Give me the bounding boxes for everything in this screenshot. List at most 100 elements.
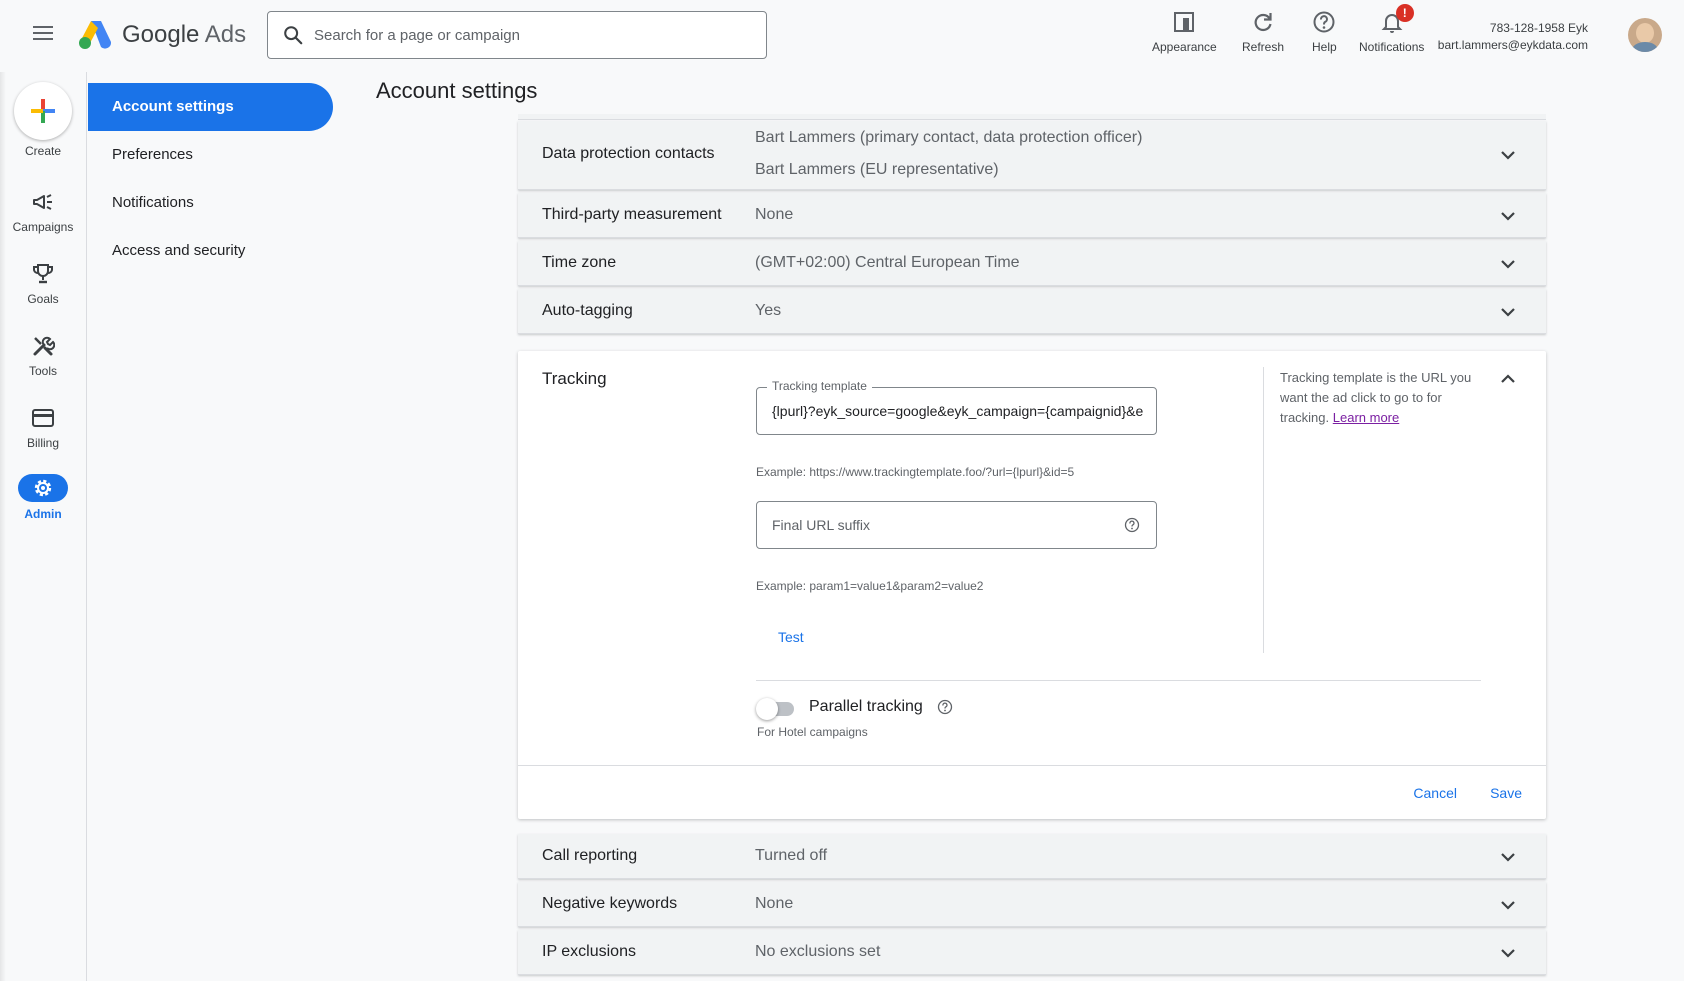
row-value: Bart Lammers (primary contact, data prot…: [755, 129, 1143, 146]
save-button[interactable]: Save: [1490, 785, 1522, 801]
rail-item-admin[interactable]: Admin: [0, 474, 86, 521]
nav-access-and-security[interactable]: Access and security: [88, 227, 333, 275]
appearance-icon: [1174, 12, 1195, 32]
tracking-template-legend: Tracking template: [767, 379, 872, 393]
row-label: Data protection contacts: [542, 145, 715, 162]
trophy-icon: [33, 264, 53, 284]
chevron-down-icon[interactable]: [1498, 254, 1518, 274]
search-placeholder: Search for a page or campaign: [314, 26, 520, 44]
help-label: Help: [1312, 40, 1337, 54]
create-button[interactable]: [14, 82, 72, 140]
appearance-button[interactable]: Appearance: [1152, 10, 1217, 54]
menu-line: [33, 26, 53, 28]
nav-preferences[interactable]: Preferences: [88, 131, 333, 179]
row-value: Bart Lammers (EU representative): [755, 161, 999, 178]
parallel-tracking-subtext: For Hotel campaigns: [757, 725, 868, 739]
menu-line: [33, 32, 53, 34]
row-label: IP exclusions: [542, 943, 636, 960]
help-icon: [1313, 11, 1335, 33]
help-circle-icon[interactable]: [937, 699, 953, 715]
notification-badge: !: [1395, 4, 1414, 22]
tracking-template-value: {lpurl}?eyk_source=google&eyk_campaign={…: [772, 403, 1144, 419]
avatar-face: [1636, 23, 1654, 43]
test-button[interactable]: Test: [778, 629, 804, 645]
chevron-down-icon[interactable]: [1498, 206, 1518, 226]
brand-ads: Ads: [204, 21, 247, 48]
chevron-down-icon[interactable]: [1498, 847, 1518, 867]
search-input[interactable]: Search for a page or campaign: [267, 11, 767, 59]
row-label: Third-party measurement: [542, 206, 722, 223]
row-ip-exclusions[interactable]: IP exclusions No exclusions set: [518, 930, 1546, 975]
row-value: Turned off: [755, 847, 828, 864]
admin-pill: [18, 474, 68, 502]
notifications-label: Notifications: [1359, 40, 1425, 54]
cancel-button[interactable]: Cancel: [1413, 785, 1457, 801]
rail-item-label: Admin: [24, 507, 62, 521]
row-top-edge: [518, 114, 1546, 120]
rail-divider: [86, 72, 87, 981]
row-auto-tagging[interactable]: Auto-tagging Yes: [518, 289, 1546, 334]
chevron-down-icon[interactable]: [1498, 895, 1518, 915]
notifications-button[interactable]: ! Notifications: [1359, 4, 1425, 54]
chevron-down-icon[interactable]: [1498, 145, 1518, 165]
vertical-divider: [1263, 367, 1264, 653]
page-title: Account settings: [376, 78, 538, 103]
chevron-down-icon[interactable]: [1498, 302, 1518, 322]
row-value: No exclusions set: [755, 943, 881, 960]
brand-name: Google Ads: [122, 21, 246, 49]
brand-google: Google: [122, 21, 200, 48]
rail-item-tools[interactable]: Tools: [0, 334, 86, 378]
megaphone-icon: [33, 194, 52, 210]
refresh-button[interactable]: Refresh: [1242, 10, 1284, 54]
row-label: Call reporting: [542, 847, 638, 864]
rail-item-label: Tools: [28, 364, 57, 378]
rail-item-billing[interactable]: Billing: [0, 406, 86, 450]
plus-icon: [31, 99, 55, 123]
final-url-suffix-example: Example: param1=value1&param2=value2: [756, 579, 984, 593]
card-footer-divider: [518, 765, 1546, 766]
gear-icon: [34, 479, 52, 497]
chevron-up-icon[interactable]: [1498, 369, 1518, 389]
chevron-down-icon[interactable]: [1498, 943, 1518, 963]
avatar-body: [1632, 42, 1658, 52]
rail-item-label: Goals: [27, 292, 59, 306]
row-call-reporting[interactable]: Call reporting Turned off: [518, 834, 1546, 879]
appearance-label: Appearance: [1152, 40, 1217, 54]
toggle-knob: [756, 698, 778, 720]
account-info[interactable]: 783-128-1958 Eyk bart.lammers@eykdata.co…: [1438, 20, 1588, 54]
tracking-template-example: Example: https://www.trackingtemplate.fo…: [756, 465, 1075, 479]
nav-account-settings[interactable]: Account settings: [88, 83, 333, 131]
learn-more-link[interactable]: Learn more: [1333, 410, 1399, 425]
menu-line: [33, 38, 53, 40]
row-time-zone[interactable]: Time zone (GMT+02:00) Central European T…: [518, 241, 1546, 286]
credit-card-icon: [32, 409, 54, 427]
refresh-label: Refresh: [1242, 40, 1285, 54]
settings-nav: Account settings Preferences Notificatio…: [88, 83, 333, 275]
row-data-protection[interactable]: Data protection contacts Bart Lammers (p…: [518, 121, 1546, 190]
rail-item-label: Billing: [26, 436, 59, 450]
top-bar: Google Ads Search for a page or campaign…: [0, 0, 1684, 72]
avatar[interactable]: [1628, 18, 1662, 52]
parallel-tracking-label: Parallel tracking: [809, 698, 923, 715]
create-label: Create: [24, 144, 62, 158]
tracking-help-text: Tracking template is the URL you want th…: [1280, 368, 1478, 428]
rail-item-goals[interactable]: Goals: [0, 262, 86, 306]
help-button[interactable]: Help: [1312, 10, 1337, 54]
row-value: None: [755, 895, 794, 912]
help-circle-icon[interactable]: [1124, 517, 1140, 533]
row-label: Auto-tagging: [542, 302, 633, 319]
nav-notifications[interactable]: Notifications: [88, 179, 333, 227]
tracking-title: Tracking: [542, 369, 607, 388]
final-url-suffix-placeholder: Final URL suffix: [772, 517, 871, 533]
account-email: bart.lammers@eykdata.com: [1437, 38, 1588, 52]
rail-item-label: Campaigns: [12, 220, 74, 234]
tracking-template-field[interactable]: Tracking template {lpurl}?eyk_source=goo…: [756, 379, 1157, 435]
horizontal-divider: [756, 680, 1481, 681]
final-url-suffix-field[interactable]: Final URL suffix: [756, 501, 1157, 549]
google-ads-logo-icon[interactable]: [78, 18, 112, 50]
parallel-tracking-toggle[interactable]: [756, 696, 796, 720]
rail-item-campaigns[interactable]: Campaigns: [0, 190, 86, 234]
row-third-party-measurement[interactable]: Third-party measurement None: [518, 193, 1546, 238]
main-menu-button[interactable]: [30, 22, 56, 48]
row-negative-keywords[interactable]: Negative keywords None: [518, 882, 1546, 927]
